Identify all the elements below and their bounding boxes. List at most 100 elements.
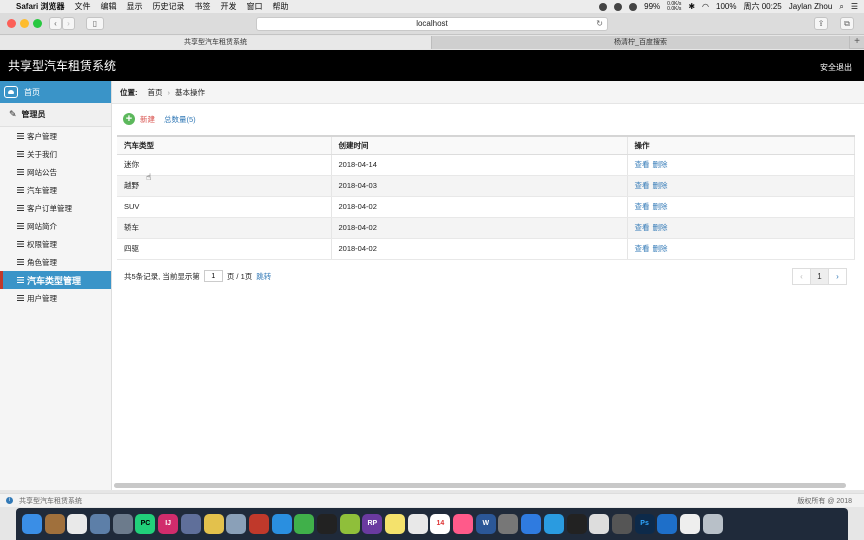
reload-icon[interactable]: ↻: [596, 18, 603, 30]
safari-icon[interactable]: [271, 514, 292, 534]
menu-develop[interactable]: 开发: [220, 1, 236, 12]
delete-link[interactable]: 删除: [653, 223, 668, 232]
menu-edit[interactable]: 编辑: [100, 1, 116, 12]
tab-car-rental[interactable]: 共享型汽车租赁系统: [0, 36, 432, 49]
sidebar-item-site-intro[interactable]: 网站简介: [0, 217, 111, 235]
horizontal-scrollbar[interactable]: [114, 483, 846, 488]
qq-icon[interactable]: [316, 514, 337, 534]
system-preferences-icon[interactable]: [498, 514, 519, 534]
prev-page-button[interactable]: ‹: [792, 268, 811, 285]
user-name[interactable]: Jaylan Zhou: [789, 2, 833, 11]
share-icon[interactable]: ⇪: [814, 17, 828, 30]
view-link[interactable]: 查看: [635, 181, 650, 190]
sidebar-toggle-icon[interactable]: ▯: [86, 17, 104, 30]
wechat-tray-icon[interactable]: [629, 2, 638, 11]
page-1-button[interactable]: 1: [810, 268, 829, 285]
jump-link[interactable]: 跳转: [256, 271, 271, 282]
pycharm-icon[interactable]: PC: [135, 514, 156, 534]
new-button[interactable]: 新建: [140, 114, 155, 125]
sidebar-item-customers[interactable]: 客户管理: [0, 127, 111, 145]
notes-app-icon[interactable]: [44, 514, 65, 534]
finder-icon[interactable]: [22, 514, 42, 534]
menu-help[interactable]: 帮助: [272, 1, 288, 12]
show-tabs-icon[interactable]: ⧉: [840, 17, 854, 30]
terminal-icon[interactable]: [611, 514, 632, 534]
address-bar[interactable]: localhost ↻: [256, 17, 608, 31]
notification-center-icon[interactable]: ☰: [851, 2, 858, 11]
scrollbar-thumb[interactable]: [114, 483, 846, 488]
record-icon[interactable]: [599, 2, 608, 11]
wifi-icon[interactable]: ◠: [702, 2, 709, 11]
redis-icon[interactable]: [248, 514, 269, 534]
qq-alt-icon[interactable]: [566, 514, 587, 534]
sidebar-item-announcements[interactable]: 网站公告: [0, 163, 111, 181]
view-link[interactable]: 查看: [635, 223, 650, 232]
sidebar-item-about[interactable]: 关于我们: [0, 145, 111, 163]
breadcrumb-home[interactable]: 首页: [148, 87, 163, 98]
sidebar-item-orders[interactable]: 客户订单管理: [0, 199, 111, 217]
menu-history[interactable]: 历史记录: [152, 1, 184, 12]
new-tab-button[interactable]: +: [850, 36, 864, 48]
todo-icon[interactable]: [339, 514, 360, 534]
database-icon[interactable]: [226, 514, 247, 534]
reminders-icon[interactable]: [407, 514, 428, 534]
menu-file[interactable]: 文件: [74, 1, 90, 12]
qq-tray-icon[interactable]: [614, 2, 623, 11]
menu-bookmarks[interactable]: 书签: [194, 1, 210, 12]
delete-link[interactable]: 删除: [653, 181, 668, 190]
tab-baidu-search[interactable]: 杨清柠_百度搜索: [432, 36, 850, 49]
column-header-created[interactable]: 创建时间: [331, 135, 628, 155]
menu-app-name[interactable]: Safari 浏览器: [16, 1, 64, 12]
main-content: 位置: 首页 › 基本操作 + 新建 总数量(5) 汽车类型 创建时间 操作 迷…: [112, 81, 864, 490]
calendar-icon[interactable]: 14: [430, 514, 451, 534]
sidebar-item-roles[interactable]: 角色管理: [0, 253, 111, 271]
trash-icon[interactable]: [702, 514, 723, 534]
total-count[interactable]: 总数量(5): [164, 114, 196, 125]
photoshop-icon[interactable]: Ps: [634, 514, 655, 534]
sequel-icon[interactable]: [203, 514, 224, 534]
menu-view[interactable]: 显示: [126, 1, 142, 12]
view-link[interactable]: 查看: [635, 160, 650, 169]
word-icon[interactable]: W: [475, 514, 496, 534]
launchpad-icon[interactable]: [112, 514, 133, 534]
fullscreen-window-button[interactable]: [33, 19, 42, 28]
page-number-input[interactable]: [203, 270, 223, 282]
sidebar-item-home[interactable]: 首页: [0, 81, 111, 103]
document-icon[interactable]: [679, 514, 700, 534]
sidebar-item-permissions[interactable]: 权限管理: [0, 235, 111, 253]
edge-icon[interactable]: [657, 514, 678, 534]
baidu-netdisk-icon[interactable]: [521, 514, 542, 534]
view-link[interactable]: 查看: [635, 244, 650, 253]
textedit-icon[interactable]: [589, 514, 610, 534]
teamviewer-icon[interactable]: [543, 514, 564, 534]
eclipse-icon[interactable]: [180, 514, 201, 534]
next-page-button[interactable]: ›: [828, 268, 847, 285]
close-window-button[interactable]: [7, 19, 16, 28]
sidebar-item-car-types[interactable]: 汽车类型管理: [0, 271, 111, 289]
clock[interactable]: 周六 00:25: [744, 1, 782, 12]
delete-link[interactable]: 删除: [653, 160, 668, 169]
delete-link[interactable]: 删除: [653, 202, 668, 211]
spotlight-icon[interactable]: ⌕: [839, 2, 843, 12]
axure-icon[interactable]: RP: [362, 514, 383, 534]
delete-link[interactable]: 删除: [653, 244, 668, 253]
photos-icon[interactable]: [67, 514, 88, 534]
sidebar-item-users[interactable]: 用户管理: [0, 289, 111, 307]
logout-link[interactable]: 安全退出: [820, 62, 852, 73]
intellij-icon[interactable]: IJ: [158, 514, 179, 534]
view-link[interactable]: 查看: [635, 202, 650, 211]
column-header-type[interactable]: 汽车类型: [117, 135, 332, 155]
stickies-icon[interactable]: [385, 514, 405, 534]
minimize-window-button[interactable]: [20, 19, 29, 28]
sidebar-group-admin[interactable]: ✎ 管理员: [0, 103, 111, 127]
back-button[interactable]: ‹: [49, 17, 62, 30]
preview-icon[interactable]: [90, 514, 111, 534]
bluetooth-icon[interactable]: ✱: [688, 2, 695, 11]
forward-button[interactable]: ›: [62, 17, 75, 30]
music-icon[interactable]: [453, 514, 474, 534]
wechat-icon[interactable]: [294, 514, 315, 534]
sidebar-item-cars[interactable]: 汽车管理: [0, 181, 111, 199]
add-icon[interactable]: +: [123, 113, 135, 125]
cell-actions: 查看 删除: [627, 196, 855, 218]
menu-window[interactable]: 窗口: [246, 1, 262, 12]
